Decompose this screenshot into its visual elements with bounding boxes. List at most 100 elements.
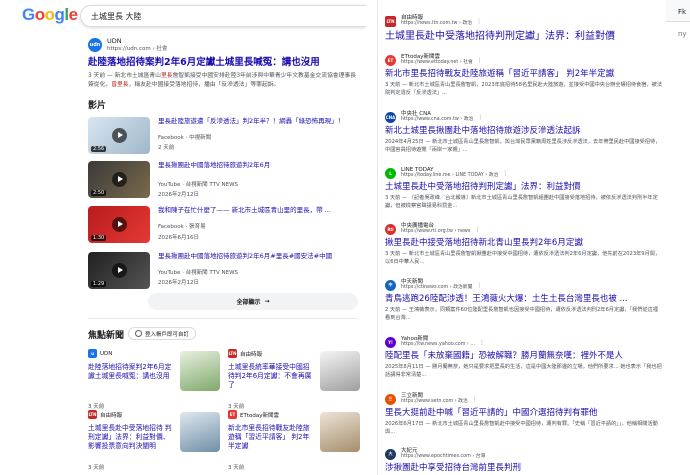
news-card[interactable]: ET ETtoday新聞雲 新北市里長招待戰友赴陸旅遊稱「習近平請客」 判2年半… [228,410,360,472]
search-input[interactable]: 土城里長 大陸 [80,5,366,27]
source-url: https://today.line.me › LINE TODAY › 政治 [401,173,499,179]
section-divider [88,318,358,319]
more-options-icon[interactable]: ⋮ [476,282,482,289]
source-name: UDN [107,37,122,46]
login-customize-button[interactable]: 登入帳戶即可自訂 [128,327,197,340]
video-item[interactable]: 2:50 里長揪團赴中國落地招待旅遊判2年6月 YouTube · 台視新聞 T… [88,161,358,199]
search-result: 中 中天新聞 https://ctinews.com › 政治新聞 ⋮ 青鳥逃跑2… [385,278,663,323]
video-thumbnail[interactable]: 1:30 [88,206,150,243]
result-snippet: 3 天前 — 新北市土城區青山里長詹智凱揪團赴中接受中國招待，遭依反滲透法判2年… [385,251,661,265]
source-url: https://ctinews.com › 政治新聞 [401,285,473,291]
more-options-icon[interactable]: ⋮ [479,339,485,346]
result-source[interactable]: CNA 中央社 CNA https://www.cna.com.tw › 政治 ⋮ [385,110,663,124]
yahoo-favicon-icon: Y! [385,336,396,348]
cna-favicon-icon: CNA [385,111,396,123]
result-title-link[interactable]: 里長大挺前赴中喊「習近平請的」中國介選招待判有罪他 [385,408,663,419]
more-options-icon[interactable]: ⋮ [502,170,508,177]
result-source[interactable]: Y! Yahoo新聞 https://tw.news.yahoo.com › ..… [385,335,663,349]
more-options-icon[interactable]: ⋮ [472,396,478,403]
result-snippet: 2026年6月17日 — 新北市土城區青山里長詹智凱赴中接受中國招待，遭判有罪。… [385,421,658,435]
ltn-favicon-icon: LTN [228,349,237,358]
more-options-icon[interactable]: ⋮ [474,226,480,233]
result-title-link[interactable]: 涉揪團赴中享受招待台灣前里長判刑 [385,463,663,474]
result-snippet: 2024年4月25日 — 新北市土城區青山里長詹智凱，與台灣民眾黨籍周姓里長涉反… [385,139,661,153]
source-url: https://www.epochtimes.com › 台灣 [401,454,486,460]
video-title-link[interactable]: 里長揪團赴中國落地招待旅遊判2年6月 [158,161,358,169]
video-thumbnail[interactable]: 2:56 [88,117,150,154]
result-title-link[interactable]: 陸配里長「未放棄國籍」恐被解職？勝月蘭無奈嘆：裡外不是人 [385,351,663,362]
video-duration: 1:30 [91,235,107,241]
card-source-name: UDN [100,350,113,357]
ctinews-favicon-icon: 中 [385,279,396,291]
video-title-link[interactable]: 里長赴陸旅遊遭「反滲透法」判2年半？！網轟「綠恐怖再現」！ [158,117,358,125]
card-time: 3 天前 [228,404,245,410]
udn-favicon-icon: u [88,349,97,358]
video-date: 2026年2月12日 [158,280,199,286]
more-options-icon[interactable]: ⋮ [477,114,483,121]
result-title-link[interactable]: 新北土城里長揪團赴中落地招待旅遊涉反滲透法起訴 [385,126,663,137]
google-results-panel: Google 土城里長 大陸 udn UDN https://udn.com ›… [0,0,366,475]
user-icon [135,330,142,337]
video-item[interactable]: 2:56 里長赴陸旅遊遭「反滲透法」判2年半？！網轟「綠恐怖再現」！ Faceb… [88,117,358,155]
google-results-continued: LTN 自由時報 https://news.ltn.com.tw › 政治 ⋮ 土… [377,0,667,475]
adjacent-window-text: Fk [678,8,687,16]
result-source[interactable]: ET ETtoday新聞雲 https://www.ettoday.net › 社… [385,53,663,67]
result-snippet: 2025年8月11日 — 勝月蘭無奈，她只是要求把里長的生活，這是中國大陸那邊的… [385,364,662,378]
snippet-highlight: 曾里長 [111,82,129,89]
card-title-link[interactable]: 赴陸落地招待案判2年6月定讞土城里長喊冤：講也沒用 [88,363,176,381]
adjacent-window-text: ny [678,30,687,38]
search-result: 大 大紀元 https://www.epochtimes.com › 台灣 涉揪團… [385,447,663,474]
result-source[interactable]: L LINE TODAY https://today.line.me › LINE… [385,166,663,180]
show-all-videos-button[interactable]: 全部顯示 → [148,293,358,310]
card-image[interactable] [320,412,360,452]
arrow-right-icon: → [264,298,270,305]
card-image[interactable] [180,351,220,391]
card-image[interactable] [180,412,220,452]
result-source[interactable]: 三 三立新聞 https://www.setn.com › 政治 ⋮ [385,392,663,406]
search-result: udn UDN https://udn.com › 社會 赴陸落地招待案判2年6… [88,37,358,90]
videos-heading: 影片 [88,101,107,111]
video-thumbnail[interactable]: 2:50 [88,161,150,198]
epochtimes-favicon-icon: 大 [385,448,396,460]
video-item[interactable]: 1:30 我和陳子在忙什麼了—— 新北市土城區青山里的里長，帶 ... Face… [88,206,358,244]
google-logo[interactable]: Google [22,5,78,25]
result-title-link[interactable]: 赴陸落地招待案判2年6月定讞土城里長喊冤：講也沒用 [88,57,358,69]
search-result: Y! Yahoo新聞 https://tw.news.yahoo.com › ..… [385,335,663,380]
search-result: CNA 中央社 CNA https://www.cna.com.tw › 政治 ⋮… [385,110,663,155]
video-date: 2026年6月16日 [158,235,199,241]
card-title-link[interactable]: 新北市里長招待戰友赴陸旅遊稱「習近平請客」 判2年半定讞 [228,424,316,452]
result-title-link[interactable]: 土城里長赴中受落地招待判刑定讞」法界：利益對價 [385,182,663,193]
more-options-icon[interactable]: ⋮ [477,57,483,64]
result-title-link[interactable]: 土城里長赴中受落地招待判刑定讞」法界：利益對價 [385,30,663,43]
result-title-link[interactable]: 新北市里長招待戰友赴陸旅遊稱「習近平請客」 判2年半定讞 [385,69,663,80]
rti-favicon-icon: Rti [385,223,396,235]
search-result: ET ETtoday新聞雲 https://www.ettoday.net › 社… [385,53,663,98]
news-card[interactable]: LTN 自由時報 土城里長統率華接受中國招待判2年6月定讞：不會再厲了 3 天前 [228,349,360,411]
card-title-link[interactable]: 土城里長赴中受落地招待 判刑定讞」法界：利益對價、影響投票意向判決闡明 [88,424,176,452]
result-source[interactable]: udn UDN https://udn.com › 社會 [88,37,358,53]
video-date: 2 天前 [158,145,175,151]
result-source[interactable]: Rti 中央廣播電台 https://www.rti.org.tw › news … [385,222,663,236]
snippet-highlight: 里長 [160,73,173,80]
card-title-link[interactable]: 土城里長統率華接受中國招待判2年6月定讞：不會再厲了 [228,363,316,391]
result-title-link[interactable]: 揪里長赴中接受落地招待新北青山里長判2年6月定讞 [385,238,663,249]
video-item[interactable]: 1:29 里長揪團赴中國落地招待旅遊判2年6月#里長#國安法#中國 YouTub… [88,252,358,290]
video-date: 2026年2月12日 [158,192,199,198]
result-source[interactable]: LTN 自由時報 https://news.ltn.com.tw › 政治 ⋮ [385,14,663,28]
result-snippet: 3 天前 — 〔記者吳政峰／台北報導〕新北市土城區青山里長詹智凱組團赴中國接受落… [385,195,658,209]
video-title-link[interactable]: 我和陳子在忙什麼了—— 新北市土城區青山里的里長，帶 ... [158,206,358,214]
source-url: https://udn.com › 社會 [107,45,168,52]
news-card[interactable]: u UDN 赴陸落地招待案判2年6月定讞土城里長喊冤：講也沒用 3 天前 [88,349,220,411]
card-image[interactable] [320,351,360,391]
result-title-link[interactable]: 青鳥逃跑26陸配涉透！王鴻薇火大爆：土生土長台灣里長也被 ... [385,294,663,305]
line-favicon-icon: L [385,167,396,179]
card-source: ET ETtoday新聞雲 [228,410,279,419]
result-source[interactable]: 中 中天新聞 https://ctinews.com › 政治新聞 ⋮ [385,278,663,292]
result-source[interactable]: 大 大紀元 https://www.epochtimes.com › 台灣 [385,447,663,461]
more-options-icon[interactable]: ⋮ [476,18,482,25]
video-title-link[interactable]: 里長揪團赴中國落地招待旅遊判2年6月#里長#國安法#中國 [158,252,358,260]
video-thumbnail[interactable]: 1:29 [88,252,150,289]
news-card[interactable]: LTN 自由時報 土城里長赴中受落地招待 判刑定讞」法界：利益對價、影響投票意向… [88,410,220,472]
play-icon [112,263,127,278]
result-snippet: 2 天前 — 王鴻薇表示，同類案件60位陸配里長詹智凱也因接受中國招待，遭依反滲… [385,307,659,321]
